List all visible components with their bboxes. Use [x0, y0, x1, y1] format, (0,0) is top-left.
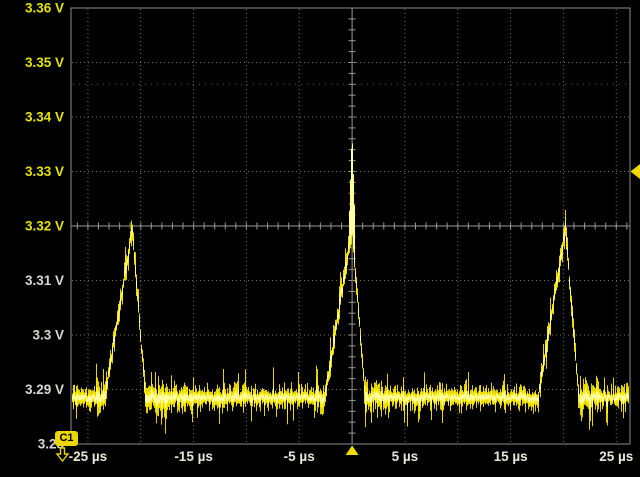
y-axis-label: 3.3 V: [32, 328, 64, 343]
trigger-level-marker[interactable]: [631, 164, 640, 179]
x-axis-label: -25 µs: [69, 449, 108, 464]
y-axis-label: 3.32 V: [25, 219, 64, 234]
y-axis-label: 3.31 V: [25, 273, 64, 288]
y-axis-label: 3.34 V: [25, 110, 64, 125]
channel-badge[interactable]: C1: [55, 431, 78, 446]
y-axis-label: 3.36 V: [25, 1, 64, 16]
x-axis-label: 25 µs: [599, 449, 633, 464]
trigger-position-marker[interactable]: [346, 446, 359, 456]
y-axis-label: 3.35 V: [25, 55, 64, 70]
x-axis-label: 15 µs: [494, 449, 528, 464]
oscilloscope-display: 3.36 V 3.35 V 3.34 V 3.33 V 3.32 V 3.31 V 3.3 …: [0, 0, 640, 477]
x-axis-label: 5 µs: [392, 449, 419, 464]
x-axis-label: -5 µs: [284, 449, 315, 464]
x-axis-label: -15 µs: [174, 449, 213, 464]
y-axis-label: 3.29 V: [25, 382, 64, 397]
waveform-trace-c1: [72, 144, 630, 409]
waveform-plot: 3.36 V 3.35 V 3.34 V 3.33 V 3.32 V 3.31 V 3.3 …: [0, 0, 640, 477]
channel-offset-down-arrow-icon: [55, 447, 70, 463]
y-axis-label: 3.33 V: [25, 164, 64, 179]
